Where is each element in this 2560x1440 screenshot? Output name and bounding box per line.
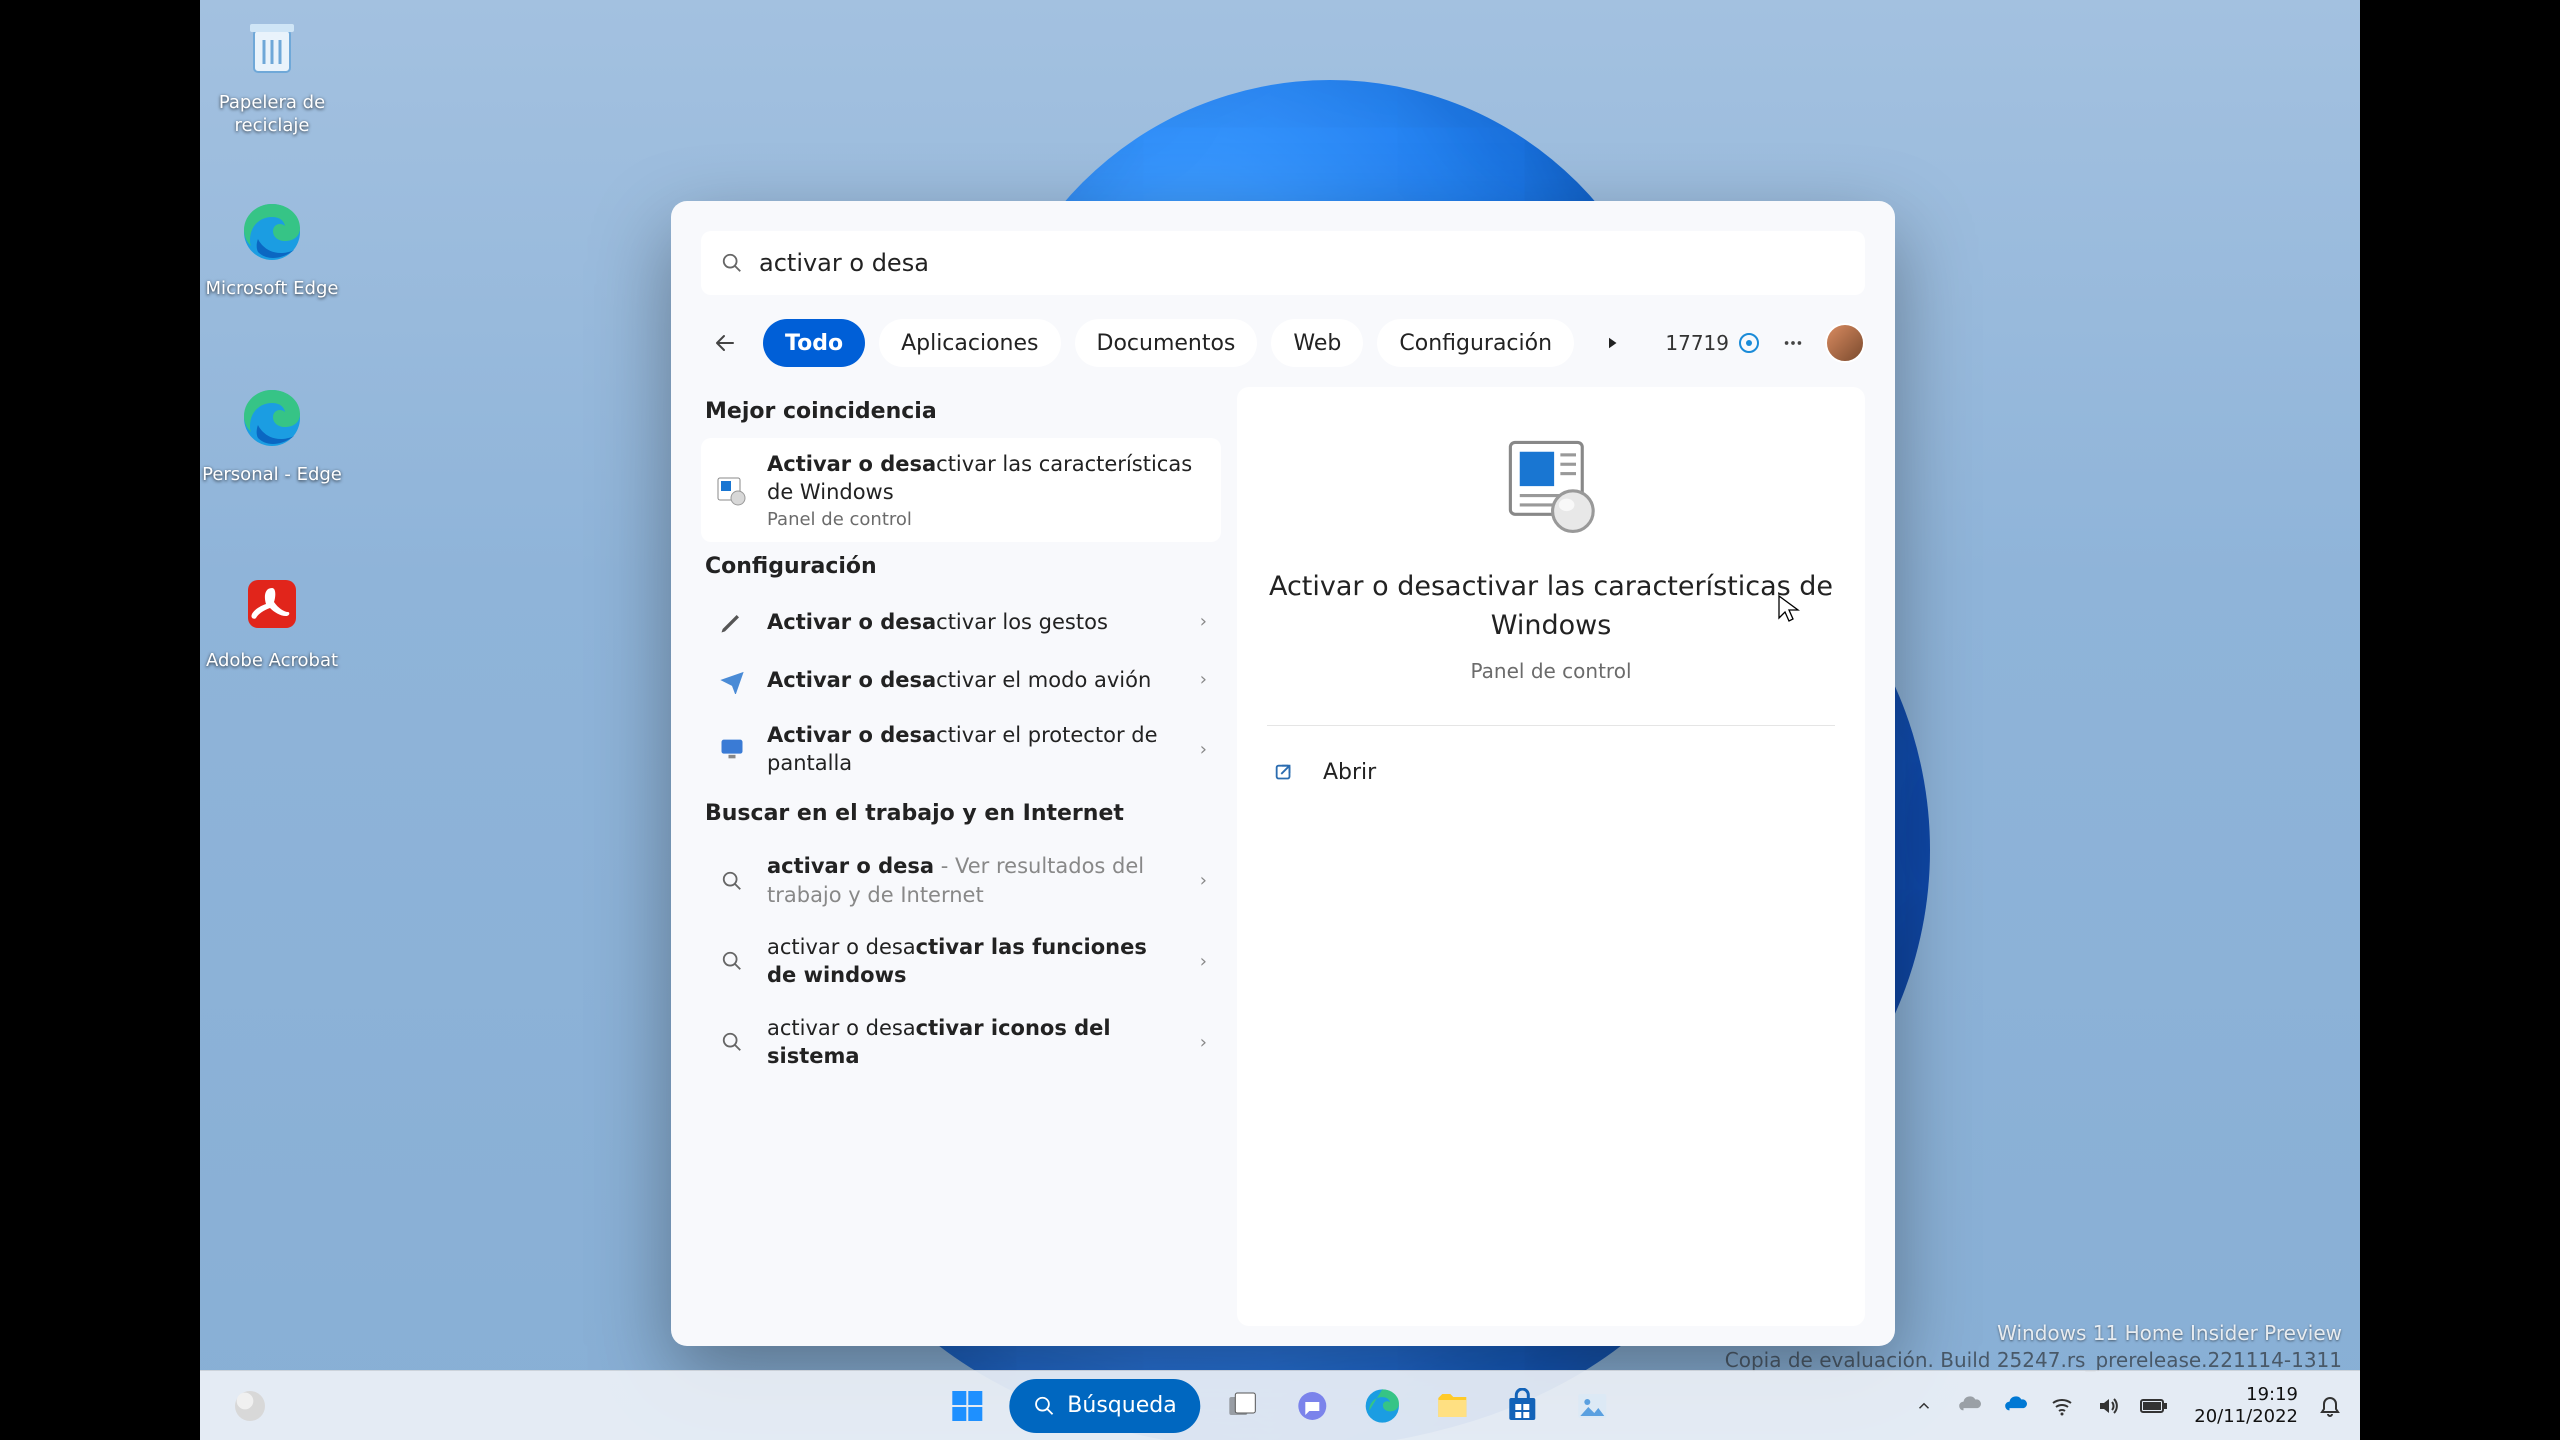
start-search-flyout: Todo Aplicaciones Documentos Web Configu…: [671, 201, 1895, 1346]
desktop-screen: Papelera de reciclaje Microsoft Edge Per…: [200, 0, 2360, 1440]
rewards-points[interactable]: 17719: [1665, 331, 1761, 355]
result-web-icons[interactable]: activar o desactivar iconos del sistema …: [701, 1002, 1221, 1083]
insider-watermark: Windows 11 Home Insider Preview Copia de…: [1725, 1320, 2342, 1374]
search-icon: [715, 864, 749, 898]
taskbar-widgets[interactable]: [220, 1376, 280, 1436]
onedrive-synced-icon[interactable]: [2002, 1392, 2030, 1420]
tray-overflow-button[interactable]: [1910, 1392, 1938, 1420]
monitor-icon: [715, 732, 749, 766]
desktop-icon-label: Papelera de reciclaje: [200, 92, 352, 137]
tray-date: 20/11/2022: [2194, 1406, 2298, 1428]
result-subtitle: Panel de control: [767, 509, 1207, 530]
wifi-icon[interactable]: [2048, 1392, 2076, 1420]
results-column: Mejor coincidencia Activar o desactivar …: [701, 387, 1221, 1326]
tab-all[interactable]: Todo: [763, 319, 865, 367]
chevron-right-icon: ›: [1200, 1032, 1207, 1053]
taskbar-taskview[interactable]: [1215, 1378, 1271, 1434]
preview-action-open[interactable]: Abrir: [1267, 750, 1835, 795]
acrobat-icon: [232, 564, 312, 644]
airplane-icon: [715, 663, 749, 697]
result-title: Activar o desactivar el modo avión: [767, 666, 1182, 694]
result-title: activar o desactivar las funciones de wi…: [767, 933, 1182, 990]
taskbar-edge[interactable]: [1355, 1378, 1411, 1434]
user-avatar[interactable]: [1825, 323, 1865, 363]
search-input[interactable]: [759, 249, 1845, 277]
rewards-value: 17719: [1665, 331, 1729, 355]
open-external-icon: [1273, 762, 1295, 784]
tray-time: 19:19: [2246, 1384, 2298, 1406]
tab-documents[interactable]: Documentos: [1075, 319, 1258, 367]
onedrive-icon[interactable]: [1956, 1392, 1984, 1420]
pen-icon: [715, 605, 749, 639]
result-title: Activar o desactivar el protector de pan…: [767, 721, 1182, 778]
desktop-icon-label: Microsoft Edge: [206, 278, 339, 301]
letterbox: Papelera de reciclaje Microsoft Edge Per…: [0, 0, 2560, 1440]
preview-panel: Activar o desactivar las características…: [1237, 387, 1865, 1326]
chevron-right-icon: ›: [1200, 870, 1207, 891]
result-title: Activar o desactivar los gestos: [767, 608, 1182, 636]
preview-title: Activar o desactivar las características…: [1267, 567, 1835, 645]
taskbar-search[interactable]: Búsqueda: [1009, 1379, 1200, 1433]
tab-settings[interactable]: Configuración: [1377, 319, 1574, 367]
tray-clock[interactable]: 19:19 20/11/2022: [2194, 1384, 2298, 1427]
taskbar-search-label: Búsqueda: [1067, 1393, 1176, 1418]
divider: [1267, 725, 1835, 726]
chevron-right-icon: ›: [1200, 669, 1207, 690]
battery-icon[interactable]: [2140, 1392, 2168, 1420]
edge-icon: [232, 192, 312, 272]
search-tabs: Todo Aplicaciones Documentos Web Configu…: [701, 319, 1865, 367]
tabs-more-button[interactable]: [1588, 319, 1636, 367]
rewards-icon: [1737, 331, 1761, 355]
mouse-cursor: [1778, 595, 1802, 619]
taskbar-photos[interactable]: [1565, 1378, 1621, 1434]
taskbar: Búsqueda: [200, 1370, 2360, 1440]
result-web-generic[interactable]: activar o desa - Ver resultados del trab…: [701, 840, 1221, 921]
result-settings-airplane[interactable]: Activar o desactivar el modo avión ›: [701, 651, 1221, 709]
search-icon: [721, 252, 743, 274]
start-button[interactable]: [939, 1378, 995, 1434]
section-best-match: Mejor coincidencia: [705, 399, 1217, 424]
control-panel-icon: [715, 473, 749, 507]
preview-action-label: Abrir: [1323, 760, 1376, 785]
result-title: Activar o desactivar las características…: [767, 450, 1207, 507]
taskbar-chat[interactable]: [1285, 1378, 1341, 1434]
desktop-icon-label: Personal - Edge: [202, 464, 342, 487]
result-best-match[interactable]: Activar o desactivar las características…: [701, 438, 1221, 542]
desktop-icon-recycle-bin[interactable]: Papelera de reciclaje: [200, 6, 352, 137]
chevron-right-icon: ›: [1200, 951, 1207, 972]
edge-icon: [232, 378, 312, 458]
section-settings: Configuración: [705, 554, 1217, 579]
result-title: activar o desa - Ver resultados del trab…: [767, 852, 1182, 909]
result-title: activar o desactivar iconos del sistema: [767, 1014, 1182, 1071]
recycle-bin-icon: [232, 6, 312, 86]
search-icon: [1033, 1395, 1055, 1417]
search-options-button[interactable]: [1775, 319, 1811, 367]
system-tray: 19:19 20/11/2022: [1910, 1384, 2344, 1427]
chevron-right-icon: ›: [1200, 611, 1207, 632]
tab-apps[interactable]: Aplicaciones: [879, 319, 1060, 367]
tab-web[interactable]: Web: [1271, 319, 1363, 367]
result-settings-screensaver[interactable]: Activar o desactivar el protector de pan…: [701, 709, 1221, 790]
desktop-icon-edge-personal[interactable]: Personal - Edge: [200, 378, 352, 487]
section-search-web: Buscar en el trabajo y en Internet: [705, 801, 1217, 826]
search-icon: [715, 944, 749, 978]
watermark-line1: Windows 11 Home Insider Preview: [1725, 1320, 2342, 1347]
chevron-right-icon: ›: [1200, 739, 1207, 760]
preview-subtitle: Panel de control: [1471, 659, 1632, 683]
search-icon: [715, 1025, 749, 1059]
desktop-icon-acrobat[interactable]: Adobe Acrobat: [200, 564, 352, 673]
taskbar-center: Búsqueda: [939, 1378, 1620, 1434]
result-settings-gestures[interactable]: Activar o desactivar los gestos ›: [701, 593, 1221, 651]
taskbar-store[interactable]: [1495, 1378, 1551, 1434]
back-button[interactable]: [701, 319, 749, 367]
desktop-icon-label: Adobe Acrobat: [206, 650, 338, 673]
notifications-button[interactable]: [2316, 1392, 2344, 1420]
result-web-functions[interactable]: activar o desactivar las funciones de wi…: [701, 921, 1221, 1002]
taskbar-explorer[interactable]: [1425, 1378, 1481, 1434]
desktop-icon-edge[interactable]: Microsoft Edge: [200, 192, 352, 301]
search-box[interactable]: [701, 231, 1865, 295]
volume-icon[interactable]: [2094, 1392, 2122, 1420]
preview-icon: [1501, 433, 1601, 533]
